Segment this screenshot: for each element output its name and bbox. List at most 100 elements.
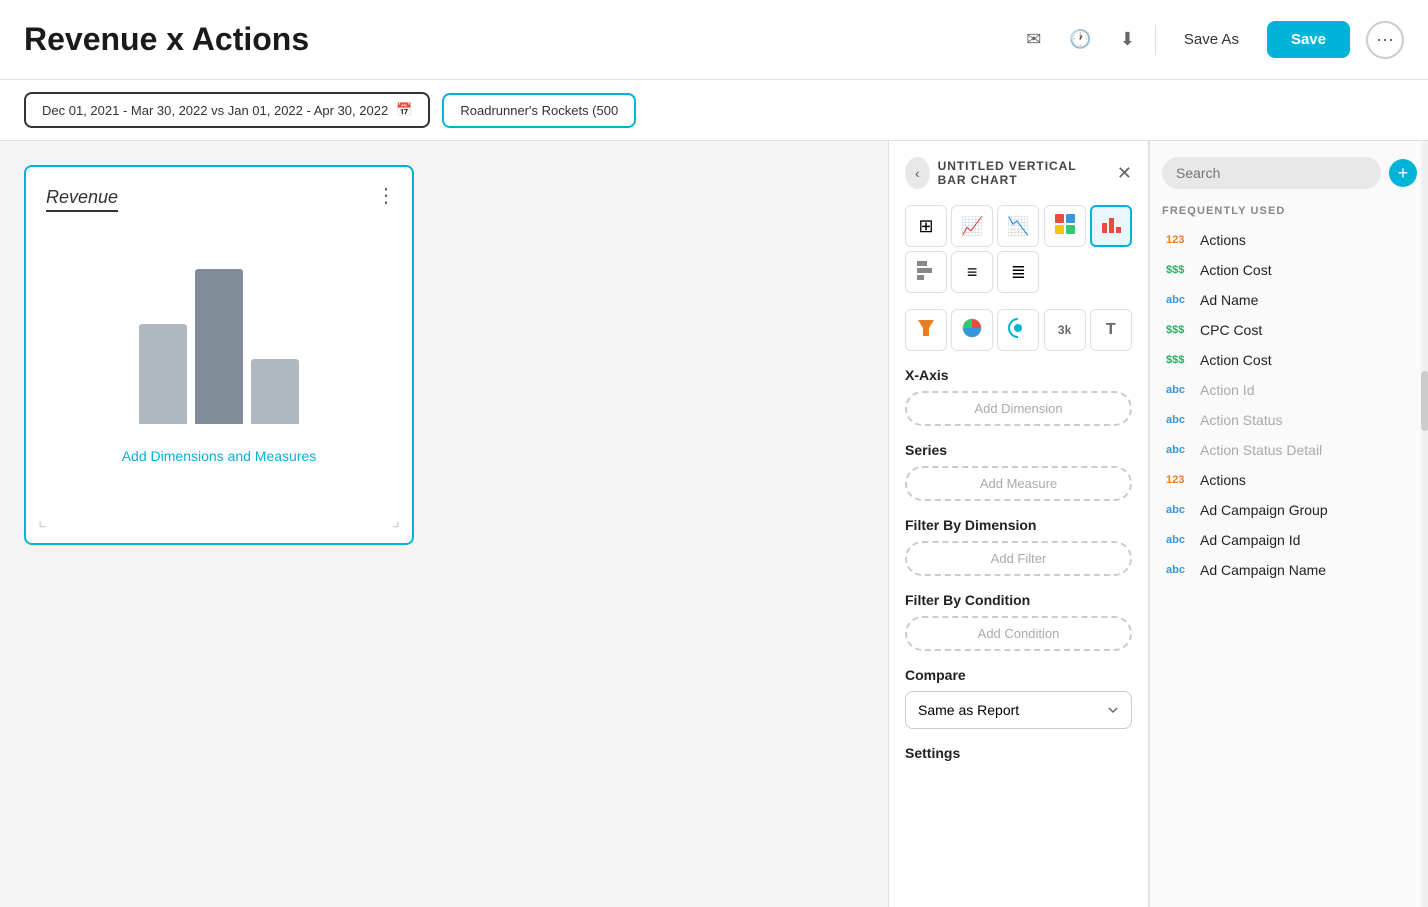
header: Revenue x Actions ✉ 🕐 ⬇ Save As Save ··· [0, 0, 1428, 80]
field-list: 123 Actions $$$ Action Cost abc Ad Name … [1162, 225, 1417, 585]
field-name: Ad Campaign Name [1200, 562, 1326, 578]
field-type-badge: 123 [1166, 474, 1194, 486]
account-button[interactable]: Roadrunner's Rockets (500 [442, 93, 636, 128]
resize-handle-left[interactable]: ⌞ [38, 510, 46, 531]
gauge-icon [1007, 317, 1029, 344]
field-name: Ad Campaign Id [1200, 532, 1300, 548]
h-bar-icon: ≡ [967, 262, 978, 283]
field-type-badge: 123 [1166, 234, 1194, 246]
download-icon[interactable]: ⬇ [1116, 25, 1139, 54]
table-icon: ⊞ [918, 216, 933, 237]
chart-type-h-bar[interactable]: ≡ [951, 251, 993, 293]
sidebar: ‹ UNTITLED VERTICAL BAR CHART ✕ ⊞ 📈 📉 [888, 141, 1428, 907]
field-type-badge: abc [1166, 504, 1194, 516]
chart-type-gauge[interactable] [997, 309, 1039, 351]
kpi-icon: 3k [1058, 323, 1071, 337]
chart-type-grid-row2: 3k T [905, 309, 1132, 351]
chart-type-vertical-bar[interactable] [1090, 205, 1132, 247]
page-title: Revenue x Actions [24, 21, 309, 58]
search-input[interactable] [1162, 157, 1381, 189]
funnel-icon [916, 318, 936, 343]
resize-handle-right[interactable]: ⌟ [392, 510, 400, 531]
toolbar: Dec 01, 2021 - Mar 30, 2022 vs Jan 01, 2… [0, 80, 1428, 141]
add-dimension-button[interactable]: Add Dimension [905, 391, 1132, 426]
stacked-icon: ≣ [1011, 262, 1026, 283]
field-name: Action Status Detail [1200, 442, 1322, 458]
heatmap-icon [1054, 213, 1076, 240]
list-item[interactable]: abc Ad Campaign Name [1162, 555, 1417, 585]
field-type-badge: abc [1166, 564, 1194, 576]
compare-label: Compare [905, 667, 1132, 683]
list-item[interactable]: 123 Actions [1162, 465, 1417, 495]
bar-1 [139, 324, 187, 424]
close-panel-button[interactable]: ✕ [1117, 163, 1132, 184]
chart-type-horizontal-bar[interactable] [905, 251, 947, 293]
field-type-badge: abc [1166, 294, 1194, 306]
field-type-badge: abc [1166, 384, 1194, 396]
settings-label: Settings [905, 745, 1132, 761]
series-label: Series [905, 442, 1132, 458]
chart-type-stacked[interactable]: ≣ [997, 251, 1039, 293]
line-icon: 📈 [961, 216, 983, 237]
config-panel: ‹ UNTITLED VERTICAL BAR CHART ✕ ⊞ 📈 📉 [889, 141, 1149, 907]
history-icon[interactable]: 🕐 [1065, 25, 1095, 54]
field-type-badge: abc [1166, 534, 1194, 546]
chart-type-funnel[interactable] [905, 309, 947, 351]
main-content: Revenue ⋮ Add Dimensions and Measures ⌞ … [0, 141, 1428, 907]
widget-menu-button[interactable]: ⋮ [376, 183, 396, 208]
field-type-badge: $$$ [1166, 324, 1194, 336]
add-measure-button[interactable]: Add Measure [905, 466, 1132, 501]
vertical-bar-icon [1100, 213, 1122, 240]
add-condition-button[interactable]: Add Condition [905, 616, 1132, 651]
list-item[interactable]: $$$ CPC Cost [1162, 315, 1417, 345]
chart-type-kpi[interactable]: 3k [1044, 309, 1086, 351]
chart-area: Revenue ⋮ Add Dimensions and Measures ⌞ … [0, 141, 888, 907]
add-dims-label[interactable]: Add Dimensions and Measures [46, 448, 392, 464]
chart-type-combo[interactable]: 📉 [997, 205, 1039, 247]
chart-type-line[interactable]: 📈 [951, 205, 993, 247]
more-options-button[interactable]: ··· [1366, 21, 1404, 59]
chart-type-grid-row1: ⊞ 📈 📉 [905, 205, 1132, 293]
list-item[interactable]: abc Action Status Detail [1162, 435, 1417, 465]
panel-header: ‹ UNTITLED VERTICAL BAR CHART ✕ [905, 157, 1132, 189]
field-name: Ad Name [1200, 292, 1258, 308]
chart-type-text[interactable]: T [1090, 309, 1132, 351]
chart-type-table[interactable]: ⊞ [905, 205, 947, 247]
list-item[interactable]: 123 Actions [1162, 225, 1417, 255]
horizontal-bar-icon [915, 259, 937, 286]
list-item[interactable]: $$$ Action Cost [1162, 255, 1417, 285]
divider [1155, 25, 1156, 55]
text-chart-icon: T [1106, 321, 1116, 339]
list-item[interactable]: $$$ Action Cost [1162, 345, 1417, 375]
scrollbar-thumb[interactable] [1421, 371, 1428, 431]
chart-type-pie[interactable] [951, 309, 993, 351]
account-text: Roadrunner's Rockets (500 [460, 103, 618, 118]
list-item[interactable]: abc Ad Campaign Id [1162, 525, 1417, 555]
filter-condition-label: Filter By Condition [905, 592, 1132, 608]
freq-used-label: FREQUENTLY USED [1162, 205, 1417, 217]
search-bar-row: + [1162, 157, 1417, 189]
chart-type-heatmap[interactable] [1044, 205, 1086, 247]
list-item[interactable]: abc Action Status [1162, 405, 1417, 435]
back-button[interactable]: ‹ [905, 157, 930, 189]
search-add-button[interactable]: + [1389, 159, 1417, 187]
field-name: Action Cost [1200, 352, 1272, 368]
date-range-button[interactable]: Dec 01, 2021 - Mar 30, 2022 vs Jan 01, 2… [24, 92, 430, 128]
widget-title[interactable]: Revenue [46, 187, 118, 212]
field-name: Action Cost [1200, 262, 1272, 278]
email-icon[interactable]: ✉ [1022, 25, 1045, 54]
list-item[interactable]: abc Ad Name [1162, 285, 1417, 315]
list-item[interactable]: abc Ad Campaign Group [1162, 495, 1417, 525]
save-button[interactable]: Save [1267, 21, 1350, 58]
header-icon-group: ✉ 🕐 ⬇ [1022, 25, 1139, 54]
field-name: Action Status [1200, 412, 1283, 428]
list-item[interactable]: abc Action Id [1162, 375, 1417, 405]
compare-select[interactable]: Same as Report Previous Period Previous … [905, 691, 1132, 729]
x-axis-label: X-Axis [905, 367, 1132, 383]
chart-widget: Revenue ⋮ Add Dimensions and Measures ⌞ … [24, 165, 414, 545]
scrollbar-track[interactable] [1421, 141, 1428, 907]
save-as-button[interactable]: Save As [1172, 23, 1251, 56]
add-filter-button[interactable]: Add Filter [905, 541, 1132, 576]
field-name: Ad Campaign Group [1200, 502, 1328, 518]
bar-3 [251, 359, 299, 424]
